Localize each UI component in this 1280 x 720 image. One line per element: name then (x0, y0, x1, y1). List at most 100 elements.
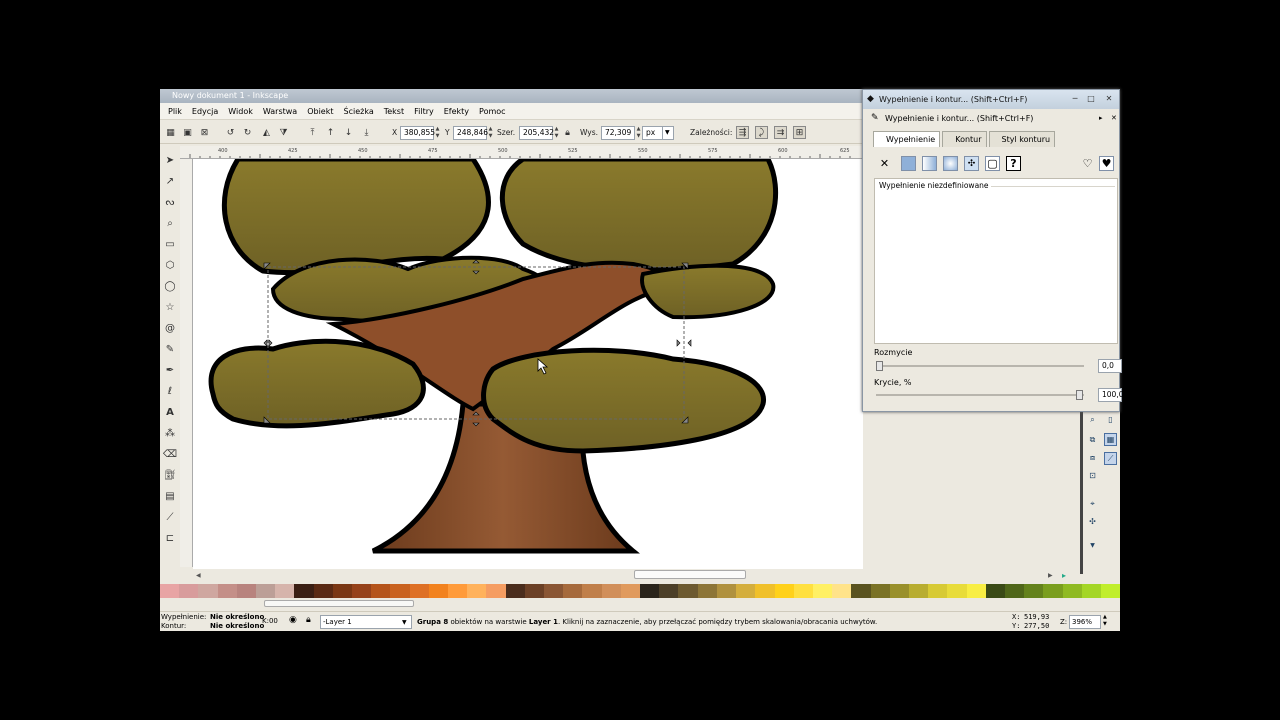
minimize-icon[interactable]: ─ (1069, 93, 1081, 104)
dialog-menu-icon[interactable]: ▸ (1099, 112, 1103, 125)
palette-swatch[interactable] (313, 584, 333, 598)
palette-swatch[interactable] (1062, 584, 1082, 598)
leaf-top-right[interactable] (499, 159, 779, 273)
flip-horizontal-icon[interactable]: ◭ (260, 126, 273, 139)
palette-swatch[interactable] (409, 584, 429, 598)
blur-input[interactable]: 0,0 (1098, 359, 1122, 373)
palette-swatch[interactable] (505, 584, 525, 598)
y-spin[interactable]: ▲ ▼ (487, 126, 494, 140)
calligraphy-tool-icon[interactable]: ℓ (162, 383, 178, 400)
zoom-spin[interactable]: ▲ ▼ (1103, 614, 1107, 628)
menu-warstwa[interactable]: Warstwa (258, 103, 302, 119)
palette-swatch[interactable] (1043, 584, 1063, 598)
sticky-zoom-icon[interactable]: ▸ (1062, 571, 1066, 580)
move-patterns-icon[interactable]: ⊞ (793, 126, 806, 139)
node-tool-icon[interactable]: ↗ (162, 173, 178, 190)
tab-stroke-style[interactable]: Styl konturu (988, 131, 1056, 147)
drawing-canvas[interactable] (193, 159, 863, 569)
zoom-fit-icon[interactable]: ⌕ (1086, 413, 1099, 426)
ellipse-tool-icon[interactable]: ◯ (162, 278, 178, 295)
linear-gradient-icon[interactable] (922, 156, 937, 171)
select-all-layers-icon[interactable]: ▣ (181, 126, 194, 139)
stroke-indicator-value[interactable]: Nie określono (210, 622, 264, 631)
text-tool-icon[interactable]: A (162, 404, 178, 421)
blur-slider-track[interactable] (876, 365, 1084, 367)
raise-icon[interactable]: ↑ (324, 126, 337, 139)
x-spin[interactable]: ▲ ▼ (434, 126, 441, 140)
palette-swatch[interactable] (793, 584, 813, 598)
scroll-down-icon[interactable]: ▼ (1086, 539, 1099, 552)
scale-corners-icon[interactable]: ⤸ (755, 126, 768, 139)
dialog-close-icon[interactable]: ✕ (1111, 112, 1117, 125)
scroll-right-icon[interactable]: ▶ (1048, 572, 1053, 579)
palette-swatch[interactable] (755, 584, 775, 598)
width-input[interactable]: 205,432 (519, 126, 554, 140)
palette-swatch[interactable] (428, 584, 449, 598)
duplicate-icon[interactable]: ⧉ (1086, 433, 1099, 446)
palette-swatch[interactable] (1024, 584, 1044, 598)
menu-plik[interactable]: Plik (163, 103, 187, 119)
spiral-tool-icon[interactable]: @ (162, 320, 178, 337)
palette-swatch[interactable] (198, 584, 218, 598)
flip-vertical-icon[interactable]: ⧩ (277, 126, 290, 139)
palette-swatch[interactable] (563, 584, 583, 598)
palette-swatch[interactable] (928, 584, 948, 598)
menu-sciezka[interactable]: Ścieżka (339, 103, 379, 119)
menu-filtry[interactable]: Filtry (409, 103, 439, 119)
palette-swatch[interactable] (947, 584, 967, 598)
clone-icon[interactable]: ⧈ (1086, 451, 1099, 464)
palette-swatch[interactable] (659, 584, 679, 598)
palette-swatch[interactable] (678, 584, 698, 598)
height-input[interactable]: 72,309 (601, 126, 635, 140)
unset-paint-icon[interactable]: ? (1006, 156, 1021, 171)
color-palette[interactable] (160, 584, 1120, 598)
pattern-icon[interactable]: ✣ (964, 156, 979, 171)
palette-swatch[interactable] (774, 584, 794, 598)
palette-swatch[interactable] (294, 584, 314, 598)
blur-slider-knob[interactable] (876, 361, 883, 371)
lower-to-bottom-icon[interactable]: ⤓ (360, 126, 373, 139)
menu-widok[interactable]: Widok (223, 103, 258, 119)
pen-tool-icon[interactable]: ✒ (162, 362, 178, 379)
palette-swatch[interactable] (524, 584, 545, 598)
palette-swatch[interactable] (812, 584, 833, 598)
radial-gradient-icon[interactable] (943, 156, 958, 171)
star-tool-icon[interactable]: ☆ (162, 299, 178, 316)
swatch-icon[interactable]: ▢ (985, 156, 1000, 171)
palette-scrollbar[interactable] (160, 599, 420, 608)
connector-tool-icon[interactable]: ⊏ (162, 530, 178, 547)
palette-swatch[interactable] (582, 584, 602, 598)
palette-swatch[interactable] (736, 584, 756, 598)
fill-indicator-value[interactable]: Nie określono (210, 613, 264, 622)
select-all-icon[interactable]: ▦ (164, 126, 177, 139)
raise-to-top-icon[interactable]: ⤒ (306, 126, 319, 139)
palette-swatch[interactable] (390, 584, 410, 598)
palette-swatch[interactable] (160, 584, 180, 598)
menu-tekst[interactable]: Tekst (379, 103, 409, 119)
leaf-bottom-left[interactable] (208, 338, 426, 429)
lower-icon[interactable]: ↓ (342, 126, 355, 139)
palette-swatch[interactable] (217, 584, 237, 598)
scale-stroke-icon[interactable]: ⇶ (736, 126, 749, 139)
3d-box-tool-icon[interactable]: ⬡ (162, 257, 178, 274)
palette-swatch[interactable] (467, 584, 487, 598)
palette-swatch[interactable] (966, 584, 986, 598)
page-icon[interactable]: ▯ (1104, 413, 1117, 426)
palette-swatch[interactable] (832, 584, 852, 598)
eraser-tool-icon[interactable]: ⌫ (162, 446, 178, 463)
opacity-slider-track[interactable] (876, 394, 1084, 396)
palette-swatch[interactable] (620, 584, 641, 598)
no-paint-icon[interactable]: ✕ (877, 156, 892, 171)
group-icon[interactable]: ⊡ (1086, 469, 1099, 482)
snap-icon[interactable]: ⌖ (1086, 497, 1099, 510)
selector-tool-icon[interactable]: ➤ (162, 152, 178, 169)
palette-swatch[interactable] (870, 584, 890, 598)
grid-icon[interactable]: ▦ (1104, 433, 1117, 446)
palette-swatch[interactable] (448, 584, 468, 598)
palette-swatch[interactable] (544, 584, 564, 598)
fill-rule-evenodd-icon[interactable]: ♡ (1080, 156, 1095, 171)
palette-swatch[interactable] (332, 584, 353, 598)
flat-color-icon[interactable] (901, 156, 916, 171)
layer-lock-icon[interactable]: 🔒︎ (306, 616, 311, 625)
palette-swatch[interactable] (179, 584, 199, 598)
